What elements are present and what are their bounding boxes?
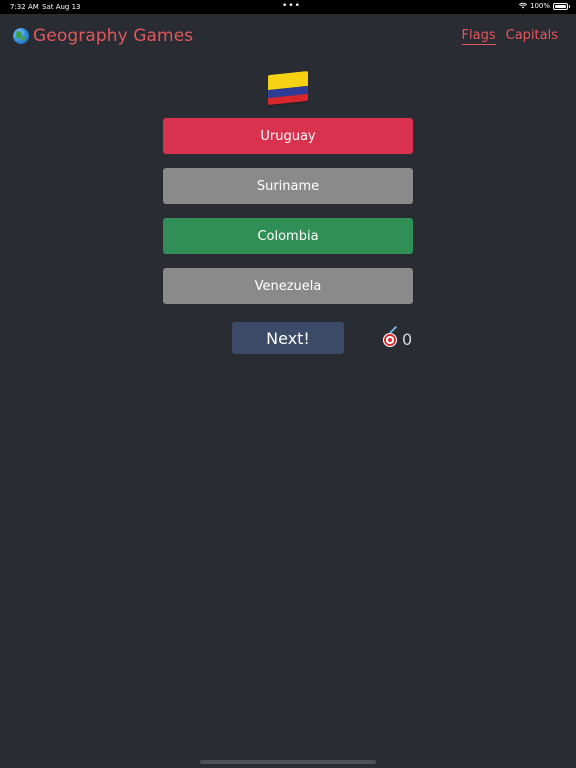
score-value: 0 <box>402 330 413 349</box>
status-time: 7:32 AM <box>10 3 39 11</box>
app-title: Geography Games <box>33 26 194 46</box>
answer-button-colombia[interactable]: Colombia <box>163 218 413 254</box>
app-brand: Geography Games <box>13 26 193 46</box>
status-bar: 7:32 AM Sat Aug 13 ••• 100% <box>0 0 576 14</box>
nav-capitals-link[interactable]: Capitals <box>506 28 558 45</box>
wifi-icon <box>518 2 527 9</box>
score-display: 0 <box>383 330 412 349</box>
next-button[interactable]: Next! <box>232 322 344 354</box>
globe-icon <box>13 28 29 44</box>
top-nav: Flags Capitals <box>461 28 558 45</box>
answer-button-suriname[interactable]: Suriname <box>163 168 413 204</box>
nav-flags-link[interactable]: Flags <box>461 28 496 45</box>
status-right: 100% <box>518 2 570 10</box>
answer-button-venezuela[interactable]: Venezuela <box>163 268 413 304</box>
answer-list: Uruguay Suriname Colombia Venezuela <box>163 118 413 318</box>
home-indicator[interactable] <box>200 760 376 764</box>
battery-icon <box>553 2 570 10</box>
dart-target-icon <box>383 332 397 347</box>
status-date: Sat Aug 13 <box>42 3 81 11</box>
colombia-flag <box>268 70 308 106</box>
multitasking-dots[interactable]: ••• <box>282 1 301 11</box>
battery-percent: 100% <box>529 2 550 10</box>
answer-button-uruguay[interactable]: Uruguay <box>163 118 413 154</box>
